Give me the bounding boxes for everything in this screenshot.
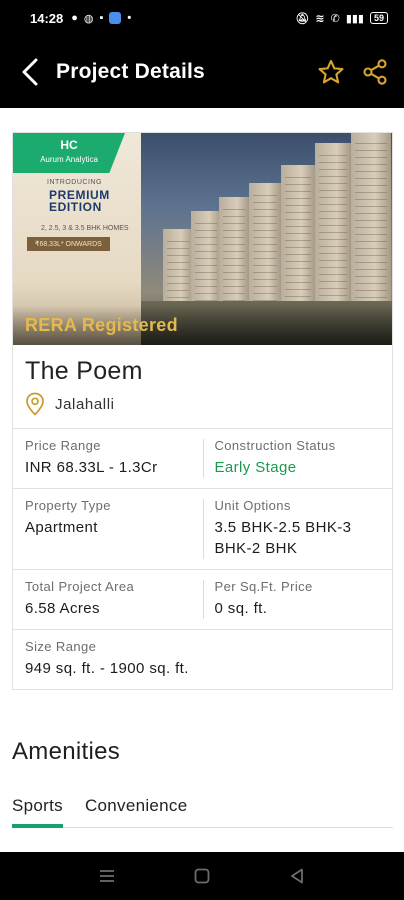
building-graphic: [249, 183, 281, 315]
project-card: INTRODUCING PREMIUM EDITION 2, 2.5, 3 & …: [12, 132, 393, 690]
notification-icons: ● ◍ ▪ •: [71, 12, 131, 25]
size-range-cell: Size Range 949 sq. ft. - 1900 sq. ft.: [13, 630, 392, 689]
share-icon: [363, 59, 387, 85]
system-nav-bar: [0, 852, 404, 900]
battery-indicator: 59: [369, 12, 388, 24]
property-type-cell: Property Type Apartment: [13, 489, 203, 569]
arrow-left-icon: [22, 58, 38, 86]
detail-value: 3.5 BHK-2.5 BHK-3 BHK-2 BHK: [214, 519, 352, 557]
recent-apps-button[interactable]: [87, 856, 127, 896]
project-hero-image: INTRODUCING PREMIUM EDITION 2, 2.5, 3 & …: [13, 133, 392, 345]
favorite-button[interactable]: [314, 55, 348, 89]
project-header: The Poem Jalahalli: [13, 345, 392, 429]
tab-convenience[interactable]: Convenience: [85, 788, 188, 827]
ribbon-subtitle: Aurum Analytica: [40, 155, 98, 164]
detail-value: Apartment: [25, 519, 98, 536]
detail-value: 949 sq. ft. - 1900 sq. ft.: [25, 660, 189, 677]
detail-label: Construction Status: [214, 438, 336, 453]
detail-value: INR 68.33L - 1.3Cr: [25, 459, 158, 476]
detail-value: 6.58 Acres: [25, 600, 100, 617]
dot-icon: •: [127, 12, 132, 24]
menu-icon: [100, 870, 115, 882]
ribbon-title: HC: [60, 138, 78, 152]
details-row: Price Range INR 68.33L - 1.3Cr Construct…: [13, 429, 392, 489]
building-graphic: [219, 197, 249, 315]
chat-icon: ●: [71, 12, 78, 24]
mute-icon: 🔕︎: [295, 12, 310, 25]
detail-label: Unit Options: [214, 498, 291, 513]
share-button[interactable]: [358, 55, 392, 89]
status-time: 14:28: [30, 10, 64, 26]
brochure-intro: INTRODUCING: [47, 179, 102, 186]
details-row: Total Project Area 6.58 Acres Per Sq.Ft.…: [13, 570, 392, 630]
detail-value: 0 sq. ft.: [214, 600, 268, 617]
app-notification-icon: [109, 12, 122, 24]
detail-label: Price Range: [25, 438, 101, 453]
triangle-back-icon: [290, 868, 303, 884]
brochure-price: ₹68.33L* ONWARDS: [27, 237, 110, 251]
home-button[interactable]: [182, 856, 222, 896]
amenities-heading: Amenities: [12, 738, 121, 765]
developer-ribbon: HC Aurum Analytica: [13, 133, 125, 173]
app-icon: ▪: [99, 12, 104, 24]
brochure-homes: 2, 2.5, 3 & 3.5 BHK HOMES: [41, 225, 129, 232]
call-icon: ✆: [330, 12, 340, 25]
details-row: Size Range 949 sq. ft. - 1900 sq. ft.: [13, 630, 392, 689]
detail-label: Per Sq.Ft. Price: [214, 579, 313, 594]
details-row: Property Type Apartment Unit Options 3.5…: [13, 489, 392, 570]
status-value: Early Stage: [214, 459, 297, 476]
building-graphic: [281, 165, 315, 315]
tab-sports[interactable]: Sports: [12, 788, 63, 828]
star-outline-icon: [318, 59, 344, 84]
project-name: The Poem: [25, 357, 143, 385]
detail-label: Size Range: [25, 639, 97, 654]
nav-back-button[interactable]: [277, 856, 317, 896]
price-range-cell: Price Range INR 68.33L - 1.3Cr: [13, 429, 203, 488]
detail-label: Property Type: [25, 498, 111, 513]
page-title: Project Details: [56, 60, 205, 83]
unit-options-cell: Unit Options 3.5 BHK-2.5 BHK-3 BHK-2 BHK: [202, 489, 393, 569]
content-area[interactable]: INTRODUCING PREMIUM EDITION 2, 2.5, 3 & …: [0, 108, 404, 852]
per-sqft-price-cell: Per Sq.Ft. Price 0 sq. ft.: [202, 570, 393, 629]
project-location: Jalahalli: [55, 395, 115, 413]
total-area-cell: Total Project Area 6.58 Acres: [13, 570, 203, 629]
brochure-headline: PREMIUM EDITION: [49, 188, 110, 214]
construction-status-cell: Construction Status Early Stage: [202, 429, 393, 488]
amenities-tabs: Sports Convenience: [12, 788, 393, 828]
building-graphic: [351, 133, 391, 315]
building-graphic: [315, 143, 351, 315]
back-button[interactable]: [10, 52, 50, 92]
gallery-icon: ◍: [83, 12, 94, 25]
app-bar: Project Details: [0, 36, 404, 108]
location-row: Jalahalli: [25, 392, 380, 416]
signal-icon: ▮▮▮: [345, 12, 364, 25]
detail-label: Total Project Area: [25, 579, 135, 594]
building-graphic: [191, 211, 221, 315]
home-square-icon: [194, 868, 210, 884]
rera-badge: RERA Registered: [25, 315, 178, 335]
status-bar: 14:28 ● ◍ ▪ • 🔕︎ ≋ ✆ ▮▮▮ 59: [0, 0, 404, 36]
wifi-icon: ≋: [315, 12, 325, 25]
location-pin-icon: [26, 392, 44, 416]
